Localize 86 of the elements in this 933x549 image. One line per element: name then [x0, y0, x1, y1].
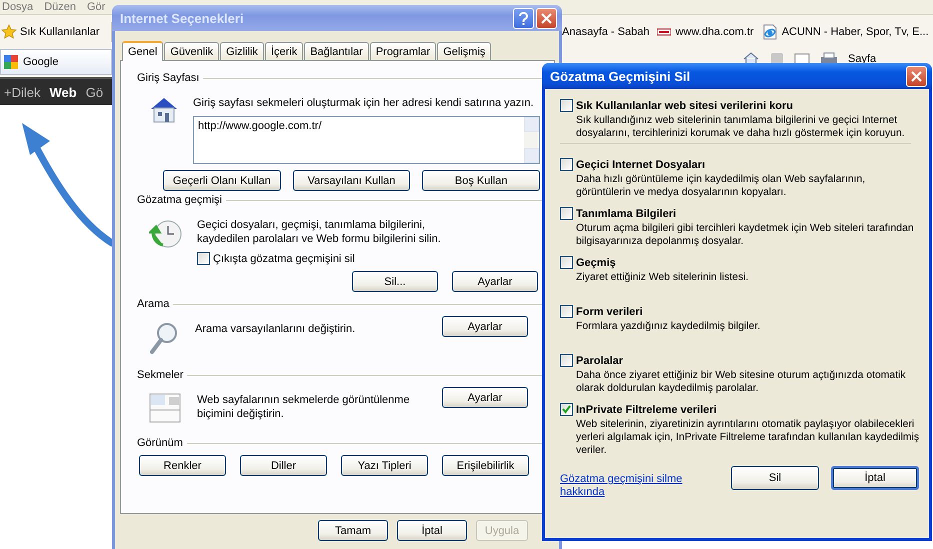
- google-bar-link[interactable]: Web: [50, 84, 77, 100]
- checkbox[interactable]: [560, 256, 573, 269]
- dialog-button[interactable]: Renkler: [139, 455, 226, 476]
- help-icon: [518, 12, 529, 24]
- checkbox[interactable]: [560, 354, 573, 367]
- google-bar-link[interactable]: +Dilek: [4, 84, 40, 100]
- favorite-link[interactable]: Anasayfa - Sabah: [562, 26, 650, 38]
- settings-button[interactable]: Ayarlar: [442, 387, 528, 408]
- tab[interactable]: Güvenlik: [164, 42, 220, 60]
- description: Giriş sayfası sekmeleri oluşturmak için her adresi kendi satırına yazın.: [193, 96, 535, 110]
- favorites-button[interactable]: Sık Kullanılanlar: [20, 26, 100, 38]
- google-icon: [3, 54, 19, 70]
- url-textarea[interactable]: http://www.google.com.tr/: [193, 116, 540, 164]
- option-description: Ziyaret ettiğiniz Web sitelerinin listesi.: [575, 271, 750, 284]
- close-button[interactable]: [536, 8, 557, 28]
- option-description: Oturum açma bilgileri gibi tercihleri kaydetmek için Web siteleri tarafından bilgisayarınıza depolanmış dosyalar.: [575, 222, 915, 248]
- description: Web sayfalarının sekmelerde görüntülenme biçimini değiştirin.: [197, 393, 411, 421]
- tabs-icon: [149, 393, 181, 423]
- checkbox-label: Çıkışta gözatma geçmişini sil: [213, 252, 355, 264]
- dialog-button[interactable]: Diller: [240, 455, 327, 476]
- option-title: Tanımlama Bilgileri: [576, 208, 676, 220]
- favorite-link[interactable]: ACUNN - Haber, Spor, Tv, E...: [782, 26, 929, 38]
- checkbox[interactable]: [560, 305, 573, 318]
- house-icon: [149, 96, 179, 124]
- section-label: Görünüm: [137, 437, 183, 449]
- menu-item[interactable]: Dosya: [2, 1, 34, 13]
- dialog-button[interactable]: İptal: [397, 520, 467, 541]
- dialog-button[interactable]: Erişilebilirlik: [442, 455, 529, 476]
- close-icon: [541, 12, 552, 24]
- tab[interactable]: Gelişmiş: [437, 42, 492, 60]
- checkbox[interactable]: [560, 99, 573, 112]
- option-description: Daha önce ziyaret ettiğiniz bir Web sitesine oturum açtığınızda otomatik olarak doldurulan kaydedilmiş parolalar.: [575, 369, 907, 395]
- favorite-link[interactable]: www.dha.com.tr: [675, 26, 754, 38]
- tab[interactable]: Programlar: [370, 42, 436, 60]
- page-icon: [762, 24, 778, 40]
- dialog-button[interactable]: Geçerli Olanı Kullan: [163, 170, 281, 191]
- section-label: Giriş Sayfası: [137, 72, 200, 84]
- home-icon[interactable]: [742, 52, 760, 66]
- browser-tab[interactable]: Google: [0, 49, 112, 75]
- checkbox[interactable]: [560, 207, 573, 220]
- help-button[interactable]: [513, 8, 534, 28]
- option-title: InPrivate Filtreleme verileri: [576, 404, 717, 416]
- tab[interactable]: Gizlilik: [220, 42, 264, 60]
- menu-item[interactable]: Düzen: [44, 1, 76, 13]
- tab[interactable]: Genel: [122, 41, 164, 61]
- star-icon: [1, 24, 17, 40]
- menu-item[interactable]: Gör: [86, 1, 106, 13]
- dialog-button[interactable]: Ayarlar: [452, 271, 538, 292]
- dialog-button[interactable]: Sil: [731, 466, 819, 490]
- description: Geçici dosyaları, geçmişi, tanımlama bilgilerini, kaydedilen parolaları ve Web formu bilgilerini silin.: [197, 218, 442, 246]
- scrollbar[interactable]: [524, 117, 539, 163]
- tab[interactable]: İçerik: [264, 42, 304, 60]
- dialog-button[interactable]: Boş Kullan: [422, 170, 540, 191]
- google-bar-link[interactable]: Gö: [86, 84, 104, 100]
- section-label: Sekmeler: [137, 369, 184, 381]
- checkbox[interactable]: [560, 403, 573, 416]
- option-description: Formlara yazdığınız kaydedilmiş bilgiler.: [575, 320, 762, 333]
- option-title: Sık Kullanılanlar web sitesi verilerini koru: [576, 100, 794, 112]
- dialog-button[interactable]: Sil...: [352, 271, 438, 292]
- section-label: Arama: [137, 298, 170, 310]
- option-title: Geçici Internet Dosyaları: [576, 158, 705, 170]
- logo-icon: [657, 28, 672, 36]
- settings-button[interactable]: Ayarlar: [442, 316, 528, 337]
- checkbox[interactable]: [560, 158, 573, 171]
- option-title: Parolalar: [576, 354, 624, 366]
- dialog-button[interactable]: Varsayılanı Kullan: [292, 170, 410, 191]
- clock-icon: [149, 218, 183, 250]
- dialog-button[interactable]: Tamam: [318, 520, 388, 541]
- description: Arama varsayılanlarını değiştirin.: [195, 322, 356, 336]
- window-title: Gözatma Geçmişini Sil: [550, 68, 690, 84]
- help-link[interactable]: Gözatma geçmişini silme hakkında: [560, 473, 685, 499]
- option-description: Sık kullandığınız web sitelerinin tanımlama bilgilerini ve geçici Internet dosyalarını, tercihlerinizi korumak ve daha hızlı göstermek için koruyun.: [575, 114, 906, 140]
- tab[interactable]: Bağlantılar: [304, 42, 369, 60]
- dialog-button[interactable]: İptal: [831, 466, 919, 490]
- magnifier-icon: [149, 322, 179, 355]
- dialog-button[interactable]: Yazı Tipleri: [341, 455, 428, 476]
- option-title: Form verileri: [576, 306, 643, 318]
- section-label: Gözatma geçmişi: [137, 194, 222, 206]
- window-title: Internet Seçenekleri: [120, 10, 244, 26]
- close-icon: [911, 70, 922, 82]
- checkbox[interactable]: [197, 252, 210, 265]
- option-description: Daha hızlı görüntüleme için kaydedilmiş olan Web sayfalarının, görüntülerin ve medya dosyalarının kopyaları.: [575, 173, 866, 199]
- option-description: Web sitelerinin, ziyaretinizin ayrıntılarını otomatik paylaşıyor olabilecekleri yerleri algılamak için, InPrivate Filtreleme tarafından kullanılan kaydedilmiş veriler.: [575, 418, 920, 457]
- page-menu[interactable]: Sayfa: [848, 53, 876, 65]
- close-button[interactable]: [906, 66, 927, 86]
- option-title: Geçmiş: [576, 256, 616, 268]
